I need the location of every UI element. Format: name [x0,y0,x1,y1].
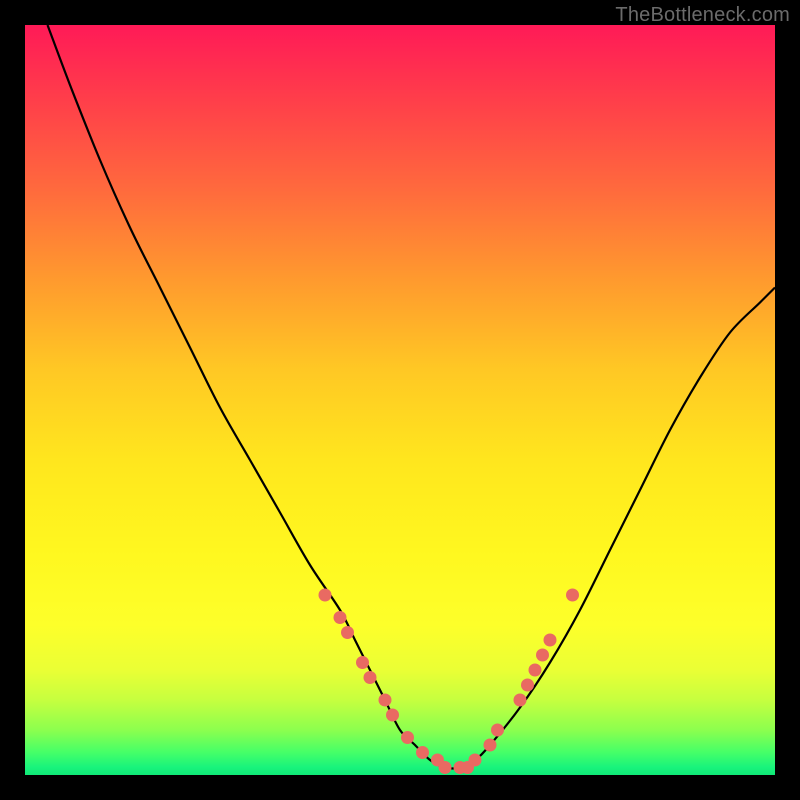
bottleneck-curve [48,25,776,768]
curve-dot [364,671,377,684]
curve-dot [536,649,549,662]
curve-dot [379,694,392,707]
curve-dot [484,739,497,752]
curve-dot [416,746,429,759]
curve-dot [491,724,504,737]
curve-dot [401,731,414,744]
curve-dot [544,634,557,647]
watermark-text: TheBottleneck.com [615,4,790,27]
curve-dot [521,679,534,692]
curve-dot [356,656,369,669]
curve-dot [334,611,347,624]
curve-dot [439,761,452,774]
plot-area [25,25,775,775]
curve-dot [469,754,482,767]
chart-stage: TheBottleneck.com [0,0,800,800]
curve-dot [386,709,399,722]
curve-dot [529,664,542,677]
curve-dot [566,589,579,602]
curve-dot [341,626,354,639]
curve-dot [319,589,332,602]
curve-dots [319,589,580,775]
curve-dot [514,694,527,707]
curve-layer [25,25,775,775]
